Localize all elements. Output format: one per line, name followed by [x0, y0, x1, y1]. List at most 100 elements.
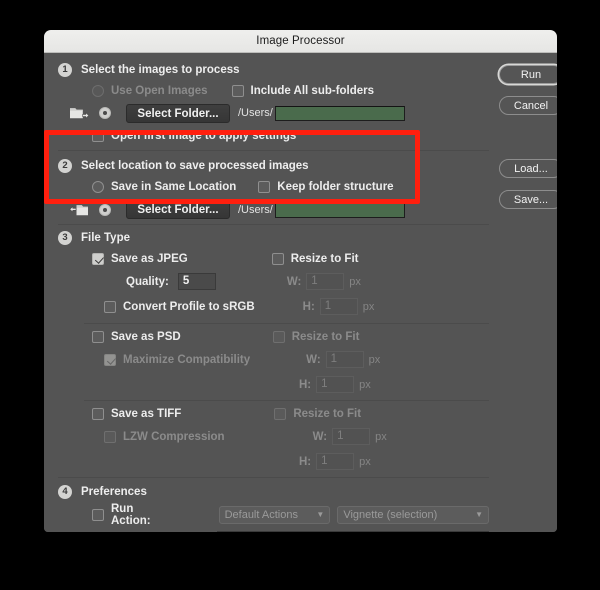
- section-1-title: Select the images to process: [81, 64, 240, 76]
- save-as-tiff-label: Save as TIFF: [111, 407, 182, 420]
- separator-jpeg-psd: [84, 323, 489, 324]
- chevron-down-icon: ▼: [316, 510, 325, 519]
- maximize-compatibility-label: Maximize Compatibility: [123, 353, 251, 366]
- section-1-open-first-row: Open first image to apply settings: [58, 125, 489, 146]
- section-3-badge: 3: [58, 231, 72, 245]
- action-name-dropdown[interactable]: Vignette (selection) ▼: [337, 505, 489, 524]
- psd-row: Save as PSD Resize to Fit: [58, 326, 489, 347]
- load-button[interactable]: Load...: [499, 159, 557, 178]
- psd-resize-to-fit-label: Resize to Fit: [291, 330, 360, 343]
- separator-psd-tiff: [84, 400, 489, 401]
- jpeg-resize-to-fit-checkbox[interactable]: [271, 252, 284, 265]
- jpeg-width-unit: px: [349, 275, 361, 288]
- save-same-location-radio[interactable]: [92, 180, 104, 193]
- dialog-actions: Run Cancel Load... Save...: [499, 53, 557, 532]
- dest-path-prefix: /Users/: [238, 203, 273, 216]
- save-as-psd-checkbox[interactable]: [92, 330, 104, 343]
- dialog-content: 1 Select the images to process Use Open …: [44, 53, 499, 532]
- select-folder-source-radio[interactable]: [99, 107, 111, 119]
- open-first-image-checkbox[interactable]: [92, 129, 104, 142]
- jpeg-resize-to-fit-label: Resize to Fit: [290, 252, 359, 265]
- maximize-compatibility-checkbox[interactable]: [104, 353, 116, 366]
- psd-height-label: H:: [299, 378, 312, 391]
- copyright-row: Copyright Info:: [58, 527, 489, 532]
- source-path-value[interactable]: [274, 105, 405, 121]
- save-as-tiff-checkbox[interactable]: [92, 407, 104, 420]
- save-button[interactable]: Save...: [499, 190, 557, 209]
- tiff-height-input[interactable]: 1: [316, 453, 355, 470]
- tiff-row: Save as TIFF Resize to Fit: [58, 403, 489, 424]
- lzw-compression-checkbox[interactable]: [104, 430, 116, 443]
- select-source-folder-button[interactable]: Select Folder...: [126, 103, 230, 123]
- action-name-value: Vignette (selection): [343, 508, 438, 521]
- run-action-checkbox[interactable]: [92, 508, 104, 521]
- image-processor-dialog: Image Processor 1 Select the images to p…: [44, 30, 557, 532]
- jpeg-quality-label: Quality:: [126, 275, 169, 288]
- jpeg-width-label: W:: [286, 275, 302, 288]
- tiff-width-input[interactable]: 1: [332, 428, 371, 445]
- section-2-folder-row: Select Folder... /Users/: [58, 197, 489, 222]
- save-as-jpeg-checkbox[interactable]: [92, 252, 104, 265]
- save-same-location-label: Save in Same Location: [111, 180, 237, 193]
- run-button[interactable]: Run: [499, 65, 557, 84]
- dest-path-value[interactable]: [274, 201, 405, 218]
- tiff-height-row: H: 1 px: [58, 449, 489, 474]
- open-first-image-label: Open first image to apply settings: [111, 129, 297, 142]
- psd-height-unit: px: [359, 378, 371, 391]
- select-dest-folder-button[interactable]: Select Folder...: [126, 200, 230, 219]
- section-1-header: 1 Select the images to process: [58, 60, 489, 80]
- screenshot-root: Image Processor 1 Select the images to p…: [0, 0, 600, 590]
- jpeg-height-label: H:: [302, 300, 315, 313]
- run-action-label: Run Action:: [111, 502, 151, 527]
- psd-height-row: H: 1 px: [58, 372, 489, 397]
- section-4-badge: 4: [58, 485, 72, 499]
- include-subfolders-checkbox[interactable]: [231, 84, 244, 97]
- separator-2: [58, 224, 489, 225]
- section-2-badge: 2: [58, 159, 72, 173]
- jpeg-row: Save as JPEG Resize to Fit: [58, 248, 489, 269]
- section-4-title: Preferences: [81, 486, 147, 498]
- tiff-width-label: W:: [312, 430, 328, 443]
- action-set-dropdown[interactable]: Default Actions ▼: [218, 505, 331, 524]
- chevron-down-icon-2: ▼: [475, 510, 483, 519]
- section-3-header: 3 File Type: [58, 228, 489, 248]
- tiff-height-unit: px: [359, 455, 371, 468]
- run-action-row: Run Action: Default Actions ▼ Vignette (…: [58, 502, 489, 527]
- keep-folder-structure-checkbox[interactable]: [258, 180, 271, 193]
- psd-width-input[interactable]: 1: [325, 351, 364, 368]
- section-1-source-row: Use Open Images Include All sub-folders: [58, 80, 489, 101]
- select-folder-dest-radio[interactable]: [99, 203, 111, 216]
- source-path-prefix: /Users/: [238, 107, 273, 119]
- psd-height-input[interactable]: 1: [316, 376, 355, 393]
- jpeg-height-unit: px: [362, 300, 375, 313]
- jpeg-width-input[interactable]: 1: [306, 273, 345, 290]
- tiff-width-unit: px: [375, 430, 387, 443]
- tiff-resize-to-fit-checkbox[interactable]: [274, 407, 287, 420]
- psd-resize-to-fit-checkbox[interactable]: [272, 330, 285, 343]
- dialog-titlebar: Image Processor: [44, 30, 557, 53]
- jpeg-quality-row: Quality: 5 W: 1 px: [58, 269, 489, 294]
- action-set-value: Default Actions: [224, 508, 298, 521]
- section-1-folder-row: Select Folder... /Users/: [58, 101, 489, 125]
- convert-profile-srgb-checkbox[interactable]: [104, 300, 116, 313]
- keep-folder-structure-label: Keep folder structure: [277, 180, 394, 193]
- tiff-resize-to-fit-label: Resize to Fit: [293, 407, 362, 420]
- folder-out-icon: [69, 105, 90, 121]
- section-2-same-location-row: Save in Same Location Keep folder struct…: [58, 176, 489, 197]
- use-open-images-radio[interactable]: [92, 84, 104, 97]
- save-as-psd-label: Save as PSD: [111, 330, 181, 343]
- dialog-title: Image Processor: [256, 35, 345, 47]
- jpeg-height-input[interactable]: 1: [319, 298, 358, 315]
- cancel-button[interactable]: Cancel: [499, 96, 557, 115]
- use-open-images-label: Use Open Images: [111, 84, 208, 97]
- copyright-input[interactable]: [217, 531, 489, 532]
- jpeg-quality-input[interactable]: 5: [177, 273, 216, 290]
- folder-in-icon: [69, 202, 89, 218]
- jpeg-srgb-row: Convert Profile to sRGB H: 1 px: [58, 294, 489, 319]
- dialog-body: 1 Select the images to process Use Open …: [44, 53, 557, 532]
- section-2-title: Select location to save processed images: [81, 160, 309, 172]
- convert-profile-srgb-label: Convert Profile to sRGB: [123, 300, 255, 313]
- psd-width-unit: px: [368, 353, 381, 366]
- section-1-badge: 1: [58, 63, 72, 77]
- separator-3: [58, 477, 489, 478]
